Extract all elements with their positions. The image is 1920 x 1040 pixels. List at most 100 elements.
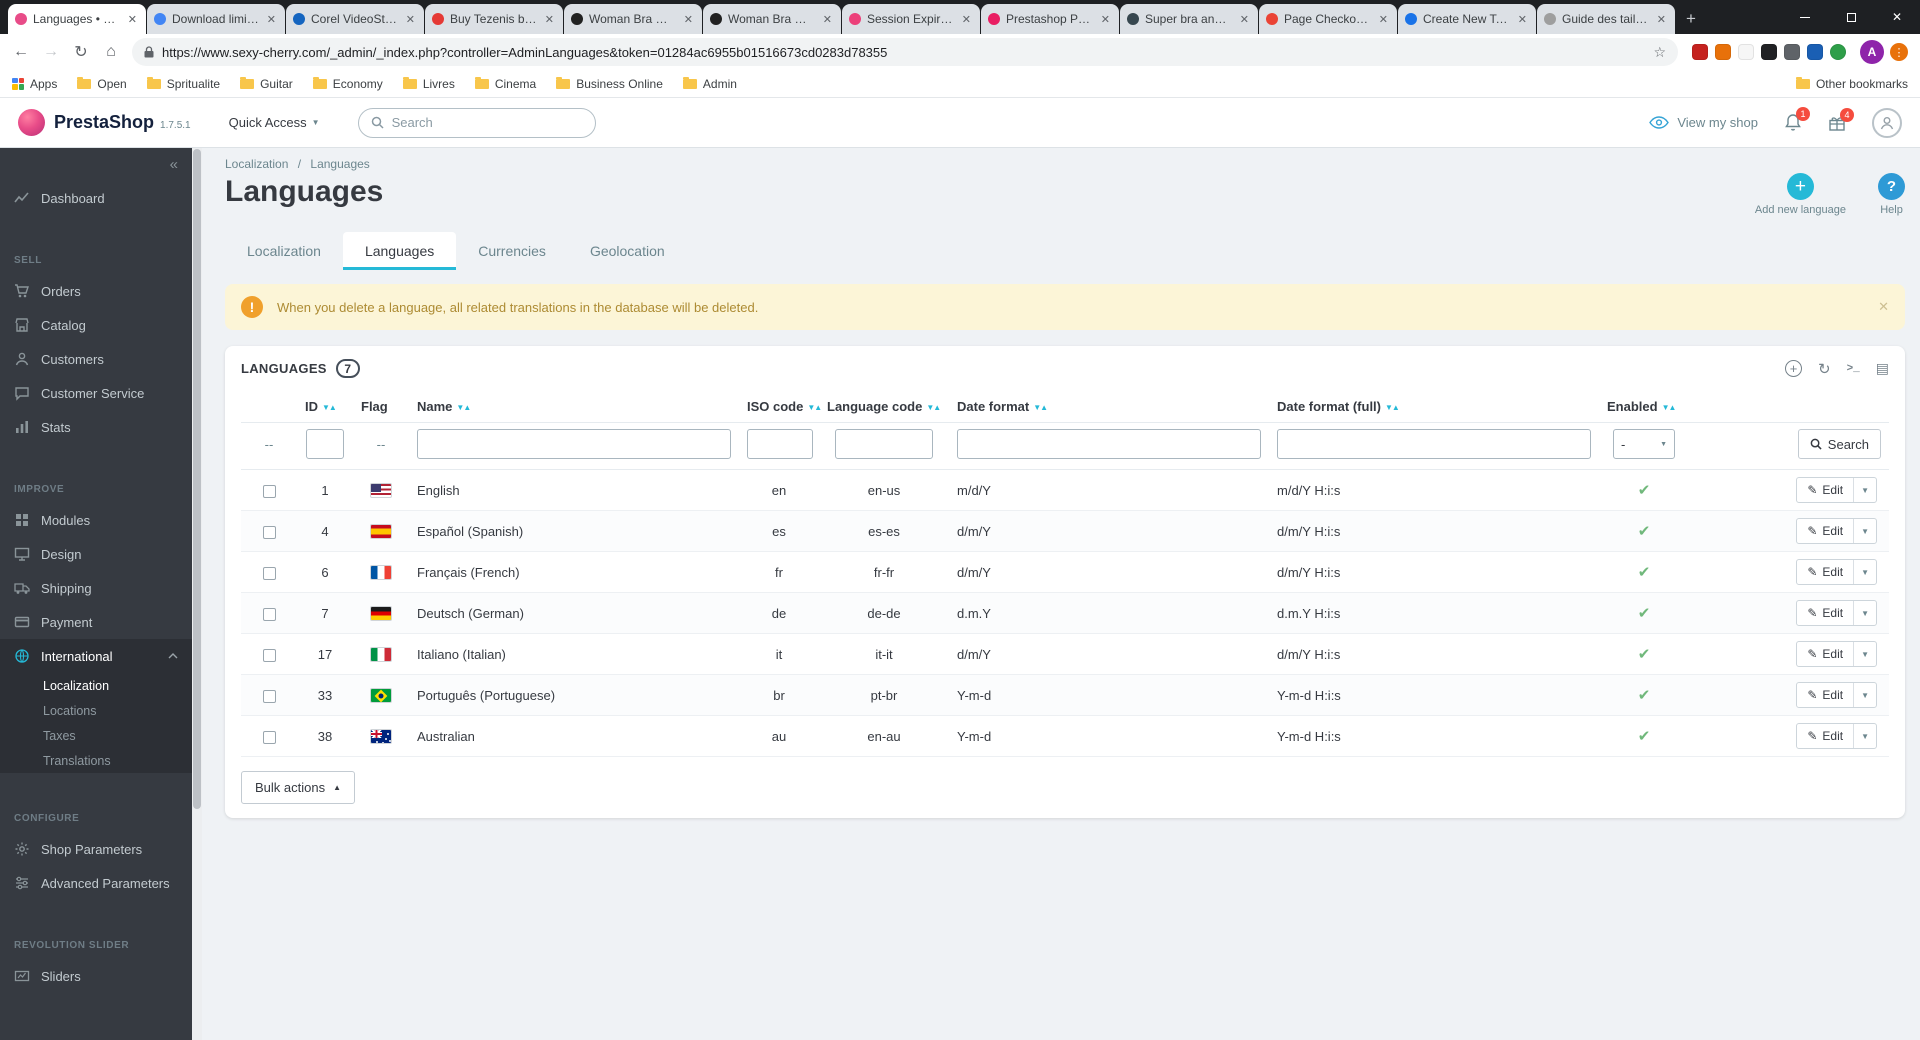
announcements-button[interactable]: 4 <box>1828 107 1854 132</box>
sidebar-subitem-translations[interactable]: Translations <box>0 748 192 773</box>
edit-dropdown-caret[interactable]: ▼ <box>1854 478 1876 502</box>
browser-tab[interactable]: Corel VideoSt… ✕ <box>286 4 424 34</box>
row-checkbox[interactable] <box>262 689 276 703</box>
bookmark-star-icon[interactable]: ☆ <box>1653 44 1666 61</box>
filter-enabled-select[interactable]: - ▼ <box>1613 429 1675 459</box>
bookmark-cinema[interactable]: Cinema <box>474 76 536 91</box>
bookmark-economy[interactable]: Economy <box>312 76 383 91</box>
new-tab-button[interactable]: + <box>1676 5 1706 33</box>
profile-avatar[interactable] <box>1872 107 1902 138</box>
quick-access-menu[interactable]: Quick Access ▼ <box>229 115 320 130</box>
tab-close-icon[interactable]: ✕ <box>265 13 278 26</box>
scrollbar-thumb[interactable] <box>193 149 201 809</box>
refresh-icon[interactable]: ↻ <box>1818 360 1831 378</box>
bookmark-spritualite[interactable]: Spritualite <box>146 76 220 91</box>
reload-icon[interactable]: ↻ <box>66 37 96 67</box>
sidebar-item-catalog[interactable]: Catalog <box>0 308 192 342</box>
help-button[interactable]: ? Help <box>1878 173 1905 216</box>
bulk-actions-button[interactable]: Bulk actions ▲ <box>241 771 356 804</box>
sidebar-item-design[interactable]: Design <box>0 537 192 571</box>
browser-tab[interactable]: Languages • S… ✕ <box>8 4 146 34</box>
bookmark-admin[interactable]: Admin <box>682 76 737 91</box>
extension-icon[interactable] <box>1715 44 1731 60</box>
sidebar-item-international[interactable]: International <box>0 639 192 673</box>
tab-close-icon[interactable]: ✕ <box>960 13 973 26</box>
sort-icons[interactable] <box>456 403 470 412</box>
sidebar-item-shop-parameters[interactable]: Shop Parameters <box>0 832 192 866</box>
enabled-check-icon[interactable]: ✔ <box>1638 605 1651 622</box>
sidebar-subitem-localization[interactable]: Localization <box>0 673 192 698</box>
back-icon[interactable]: ← <box>6 37 36 67</box>
tab-close-icon[interactable]: ✕ <box>1655 13 1668 26</box>
edit-dropdown-caret[interactable]: ▼ <box>1854 560 1876 584</box>
row-checkbox[interactable] <box>262 648 276 662</box>
forward-icon[interactable]: → <box>36 37 66 67</box>
column-date-format[interactable]: Date format <box>957 399 1029 414</box>
sql-query-icon[interactable]: >_ <box>1847 363 1860 375</box>
sort-icons[interactable] <box>807 403 821 412</box>
column-language-code[interactable]: Language code <box>827 399 922 414</box>
filter-name-input[interactable] <box>417 429 731 459</box>
browser-tab[interactable]: Woman Bra G… ✕ <box>703 4 841 34</box>
sort-icons[interactable] <box>926 403 940 412</box>
bookmark-guitar[interactable]: Guitar <box>240 76 293 91</box>
sidebar-subitem-taxes[interactable]: Taxes <box>0 723 192 748</box>
tab-close-icon[interactable]: ✕ <box>404 13 417 26</box>
enabled-check-icon[interactable]: ✔ <box>1638 687 1651 704</box>
panel-add-icon[interactable]: + <box>1784 360 1802 377</box>
edit-dropdown-caret[interactable]: ▼ <box>1854 683 1876 707</box>
tab-close-icon[interactable]: ✕ <box>1377 13 1390 26</box>
filter-date-format-full-input[interactable] <box>1277 429 1591 459</box>
tab-close-icon[interactable]: ✕ <box>543 13 556 26</box>
bookmark-open[interactable]: Open <box>77 76 127 91</box>
breadcrumb-languages[interactable]: Languages <box>310 157 369 171</box>
tab-close-icon[interactable]: ✕ <box>682 13 695 26</box>
extension-icon[interactable] <box>1738 44 1754 60</box>
edit-button[interactable]: ✎ Edit ▼ <box>1796 559 1877 585</box>
browser-menu-icon[interactable]: ⋮ <box>1890 43 1908 61</box>
sidebar-item-modules[interactable]: Modules <box>0 503 192 537</box>
edit-dropdown-caret[interactable]: ▼ <box>1854 601 1876 625</box>
enabled-check-icon[interactable]: ✔ <box>1638 728 1651 745</box>
extension-icon[interactable] <box>1807 44 1823 60</box>
enabled-check-icon[interactable]: ✔ <box>1638 564 1651 581</box>
browser-tab[interactable]: Prestashop Pr… ✕ <box>981 4 1119 34</box>
tab-close-icon[interactable]: ✕ <box>126 13 139 26</box>
bookmark-business-online[interactable]: Business Online <box>556 76 663 91</box>
browser-tab[interactable]: Super bra and… ✕ <box>1120 4 1258 34</box>
browser-tab[interactable]: Create New To… ✕ <box>1398 4 1536 34</box>
sidebar-scrollbar[interactable] <box>192 147 202 1040</box>
sidebar-item-customers[interactable]: Customers <box>0 342 192 376</box>
enabled-check-icon[interactable]: ✔ <box>1638 646 1651 663</box>
browser-tab[interactable]: Session Expira… ✕ <box>842 4 980 34</box>
column-enabled[interactable]: Enabled <box>1607 399 1658 414</box>
maximize-button[interactable] <box>1828 0 1874 34</box>
sidebar-item-sliders[interactable]: Sliders <box>0 959 192 993</box>
notifications-button[interactable]: 1 <box>1784 107 1810 132</box>
close-button[interactable]: ✕ <box>1874 0 1920 34</box>
tab-currencies[interactable]: Currencies <box>456 232 568 270</box>
alert-close-icon[interactable]: ✕ <box>1878 299 1889 315</box>
edit-dropdown-caret[interactable]: ▼ <box>1854 724 1876 748</box>
tab-close-icon[interactable]: ✕ <box>1099 13 1112 26</box>
filter-language-code-input[interactable] <box>835 429 933 459</box>
sidebar-item-stats[interactable]: Stats <box>0 410 192 444</box>
view-my-shop-link[interactable]: View my shop <box>1649 115 1758 130</box>
minimize-button[interactable] <box>1782 0 1828 34</box>
tab-close-icon[interactable]: ✕ <box>821 13 834 26</box>
address-bar[interactable]: https://www.sexy-cherry.com/_admin/_inde… <box>132 38 1678 66</box>
bookmark-livres[interactable]: Livres <box>402 76 455 91</box>
tab-geolocation[interactable]: Geolocation <box>568 232 687 270</box>
sidebar-item-payment[interactable]: Payment <box>0 605 192 639</box>
browser-tab[interactable]: Buy Tezenis b… ✕ <box>425 4 563 34</box>
edit-dropdown-caret[interactable]: ▼ <box>1854 642 1876 666</box>
edit-button[interactable]: ✎ Edit ▼ <box>1796 600 1877 626</box>
search-button[interactable]: Search <box>1797 429 1881 459</box>
extension-icon[interactable] <box>1692 44 1708 60</box>
tab-localization[interactable]: Localization <box>225 232 343 270</box>
enabled-check-icon[interactable]: ✔ <box>1638 523 1651 540</box>
browser-tab[interactable]: Woman Bra G… ✕ <box>564 4 702 34</box>
row-checkbox[interactable] <box>262 525 276 539</box>
add-new-language-button[interactable]: + Add new language <box>1755 173 1846 216</box>
sidebar-item-customer-service[interactable]: Customer Service <box>0 376 192 410</box>
